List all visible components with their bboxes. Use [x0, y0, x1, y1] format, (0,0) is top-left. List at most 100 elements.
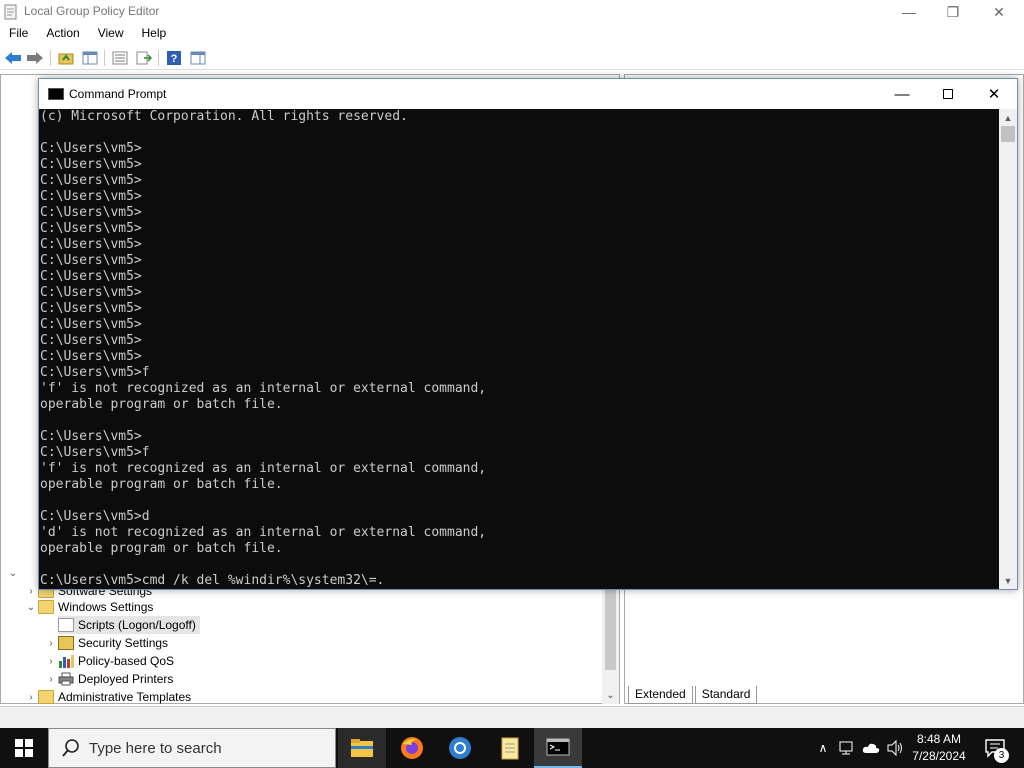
onedrive-button[interactable]	[860, 728, 882, 768]
taskbar-clock[interactable]: 8:48 AM 7/28/2024	[906, 731, 972, 765]
taskbar-notepad[interactable]	[486, 728, 534, 768]
tree-row-policy-qos[interactable]: › Policy-based QoS	[44, 652, 174, 670]
tree-label: Administrative Templates	[58, 690, 192, 704]
tree-row-windows-settings[interactable]: ⌄ Windows Settings	[24, 598, 153, 616]
menu-view[interactable]: View	[89, 24, 133, 44]
tab-extended[interactable]: Extended	[628, 686, 693, 704]
console-line: 'f' is not recognized as an internal or …	[40, 461, 487, 476]
tab-standard[interactable]: Standard	[694, 686, 758, 704]
menu-action[interactable]: Action	[37, 24, 88, 44]
command-prompt-icon	[48, 88, 64, 100]
scroll-down-arrow-icon[interactable]: ▼	[999, 572, 1017, 589]
expand-chevron-icon[interactable]: ›	[44, 674, 58, 685]
taskbar-file-explorer[interactable]	[338, 728, 386, 768]
menu-file[interactable]: File	[0, 24, 37, 44]
search-icon	[62, 739, 79, 757]
speaker-icon	[887, 740, 902, 756]
console-line: C:\Users\vm5>	[40, 189, 142, 204]
folder-up-icon	[58, 53, 74, 65]
console-line: C:\Users\vm5>	[40, 269, 142, 284]
toolbar-separator	[158, 50, 159, 66]
expand-chevron-icon[interactable]: ›	[24, 692, 38, 703]
toolbar-separator	[104, 50, 105, 66]
gpe-minimize-button[interactable]: —	[886, 0, 932, 24]
minimize-icon: —	[894, 85, 910, 103]
minimize-icon: —	[902, 4, 916, 20]
taskbar-command-prompt[interactable]	[534, 728, 582, 768]
console-line: C:\Users\vm5>	[40, 205, 142, 220]
taskbar-firefox[interactable]	[388, 728, 436, 768]
console-line: 'f' is not recognized as an internal or …	[40, 381, 487, 396]
tree-label: Windows Settings	[58, 600, 154, 614]
console-line: C:\Users\vm5>	[40, 285, 142, 300]
console-scrollbar[interactable]: ▲ ▼	[999, 109, 1017, 589]
properties-button[interactable]	[111, 49, 129, 67]
tree-row-scripts[interactable]: Scripts (Logon/Logoff)	[58, 616, 200, 634]
show-hidden-icons-button[interactable]: ∧	[814, 728, 832, 768]
cloud-icon	[862, 743, 880, 753]
restore-icon: ❐	[946, 3, 960, 20]
scroll-down-arrow-icon[interactable]: ⌄	[602, 687, 619, 704]
expand-chevron-icon[interactable]: ›	[44, 638, 58, 649]
export-list-button[interactable]	[135, 49, 153, 67]
file-explorer-icon	[351, 739, 373, 757]
notification-badge: 3	[994, 748, 1009, 763]
start-button[interactable]	[0, 728, 48, 768]
tree-scrollbar[interactable]: ⌄	[602, 590, 619, 704]
tree-row-deployed-printers[interactable]: › Deployed Printers	[44, 670, 173, 688]
toolbar-separator	[50, 50, 51, 66]
action-center-button[interactable]: 3	[978, 728, 1012, 768]
console-line: C:\Users\vm5>	[40, 429, 142, 444]
gpe-close-button[interactable]: ✕	[976, 0, 1022, 24]
export-icon	[136, 51, 152, 65]
taskbar-chrome[interactable]	[436, 728, 484, 768]
gpe-restore-button[interactable]: ❐	[930, 0, 976, 24]
cmd-title-bar[interactable]: Command Prompt — ✕	[39, 79, 1017, 109]
help-button[interactable]: ?	[165, 49, 183, 67]
tree-label: Policy-based QoS	[78, 654, 175, 668]
clock-time: 8:48 AM	[916, 732, 962, 746]
console-line: C:\Users\vm5>	[40, 333, 142, 348]
gpe-title-bar[interactable]: Local Group Policy Editor — ❐ ✕	[0, 0, 1024, 24]
up-one-level-button[interactable]	[57, 49, 75, 67]
network-button[interactable]	[836, 728, 858, 768]
show-action-pane-button[interactable]	[189, 49, 207, 67]
cmd-minimize-button[interactable]: —	[879, 79, 925, 109]
expand-chevron-icon[interactable]: ⌄	[6, 568, 20, 579]
cmd-maximize-button[interactable]	[925, 79, 971, 109]
console-line: C:\Users\vm5>	[40, 301, 142, 316]
taskbar-search-box[interactable]: Type here to search	[48, 728, 336, 768]
cmd-close-button[interactable]: ✕	[971, 79, 1017, 109]
windows-logo-icon	[15, 739, 33, 757]
back-button[interactable]	[4, 49, 22, 67]
tree-row-user-configuration[interactable]: ⌄	[6, 564, 20, 582]
forward-button[interactable]	[26, 49, 44, 67]
show-hide-tree-button[interactable]	[81, 49, 99, 67]
expand-chevron-icon[interactable]: ›	[44, 656, 58, 667]
console-line: C:\Users\vm5>	[40, 173, 142, 188]
gpe-title: Local Group Policy Editor	[24, 4, 160, 18]
gpe-toolbar: ?	[0, 46, 1024, 70]
expand-chevron-icon[interactable]: ›	[24, 586, 38, 597]
clock-date: 7/28/2024	[912, 749, 966, 763]
security-lock-icon	[58, 636, 74, 650]
tree-row-security-settings[interactable]: › Security Settings	[44, 634, 168, 652]
gpe-menu-bar: File Action View Help	[0, 24, 1024, 44]
firefox-icon	[401, 737, 423, 759]
volume-button[interactable]	[884, 728, 906, 768]
console-line: C:\Users\vm5>	[40, 157, 142, 172]
tree-label: Scripts (Logon/Logoff)	[78, 618, 196, 632]
notepad-icon	[501, 737, 519, 760]
console-tree-icon	[82, 51, 98, 65]
scrollbar-thumb[interactable]	[1001, 126, 1015, 142]
scrollbar-thumb[interactable]	[605, 590, 616, 670]
console-line: 'd' is not recognized as an internal or …	[40, 525, 487, 540]
console-output[interactable]: (c) Microsoft Corporation. All rights re…	[39, 109, 999, 589]
scroll-up-arrow-icon[interactable]: ▲	[999, 109, 1017, 126]
collapse-chevron-icon[interactable]: ⌄	[24, 602, 38, 613]
tree-row-administrative-templates[interactable]: › Administrative Templates	[24, 688, 191, 706]
forward-arrow-icon	[27, 52, 43, 64]
chrome-icon	[449, 737, 471, 759]
menu-help[interactable]: Help	[133, 24, 176, 44]
